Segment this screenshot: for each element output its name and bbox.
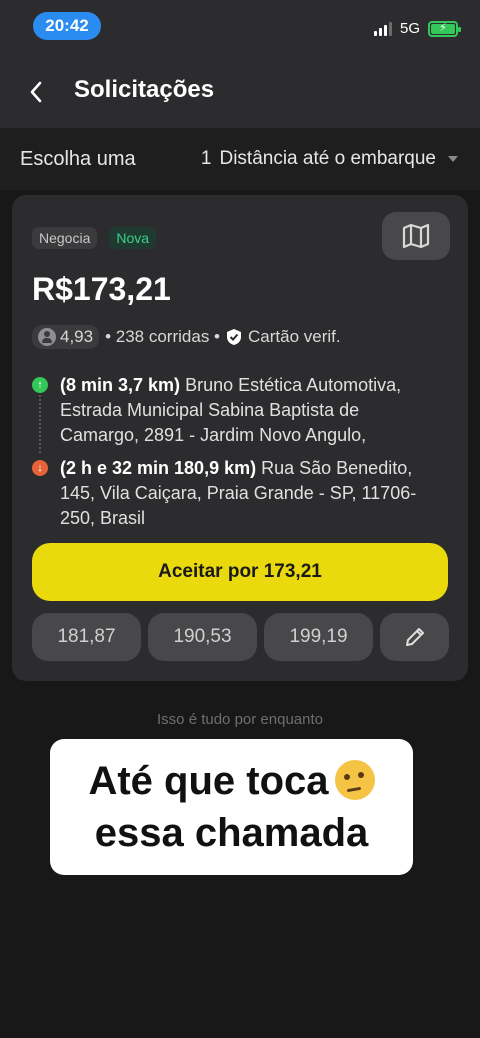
user-icon [38,328,56,346]
signal-icon [373,21,392,36]
end-of-list-note: Isso é tudo por enquanto [157,711,323,728]
offer-button-1[interactable]: 181,87 [32,613,141,661]
sort-number: 1 [200,148,212,169]
sort-label: Distância até o embarque [219,148,436,169]
pickup-stop: ↑ (8 min 3,7 km) Bruno Estética Automoti… [32,373,442,448]
passenger-meta: 4,93 • 238 corridas • Cartão verif. [32,325,341,349]
caption-overlay: Até que toca essa chamada [50,739,413,875]
map-button[interactable] [382,212,450,260]
status-bar: 20:42 5G ⚡ [0,0,480,56]
dropoff-eta: (2 h e 32 min 180,9 km) [60,458,257,478]
route: ↑ (8 min 3,7 km) Bruno Estética Automoti… [32,373,442,531]
map-icon [402,223,430,249]
filter-label: Escolha uma [20,148,136,170]
status-time: 20:42 [33,12,101,40]
edit-offer-button[interactable] [380,613,449,661]
price: R$173,21 [32,271,171,307]
page-title: Solicitações [74,76,215,103]
filter-bar: Escolha uma 1 Distância até o embarque [0,128,480,190]
caption-line-2: essa chamada [94,811,369,855]
pickup-eta: (8 min 3,7 km) [60,375,181,395]
pencil-icon [405,628,424,646]
sort-dropdown[interactable]: 1 Distância até o embarque [201,148,458,170]
ride-request-card[interactable]: Negocia Nova R$173,21 4,93 • 238 corrida… [12,195,468,681]
chevron-left-icon [30,81,42,103]
card-verified: Cartão verif. [248,327,341,346]
arrow-up-icon: ↑ [32,377,48,393]
counter-offers: 181,87 190,53 199,19 [32,613,449,661]
negotiate-badge: Negocia [32,227,98,249]
new-badge: Nova [109,227,157,249]
thinking-face-icon [334,760,375,800]
chevron-down-icon [448,156,458,162]
network-label: 5G [399,20,420,37]
shield-check-icon [227,329,241,345]
card-tags: Negocia Nova [32,227,157,249]
rating-value: 4,93 [60,327,94,346]
dropoff-stop: ↓ (2 h e 32 min 180,9 km) Rua São Benedi… [32,456,442,531]
app-header: Solicitações [0,56,480,128]
rating-badge: 4,93 [32,325,100,349]
arrow-down-icon: ↓ [32,460,48,476]
status-icons: 5G ⚡ [373,20,461,37]
back-button[interactable] [22,78,50,106]
caption-line-1: Até que toca [88,755,375,807]
battery-icon: ⚡ [428,20,461,37]
accept-button[interactable]: Aceitar por 173,21 [32,543,448,601]
rides-count: • 238 corridas • [105,327,220,346]
offer-button-3[interactable]: 199,19 [264,613,373,661]
offer-button-2[interactable]: 190,53 [148,613,257,661]
